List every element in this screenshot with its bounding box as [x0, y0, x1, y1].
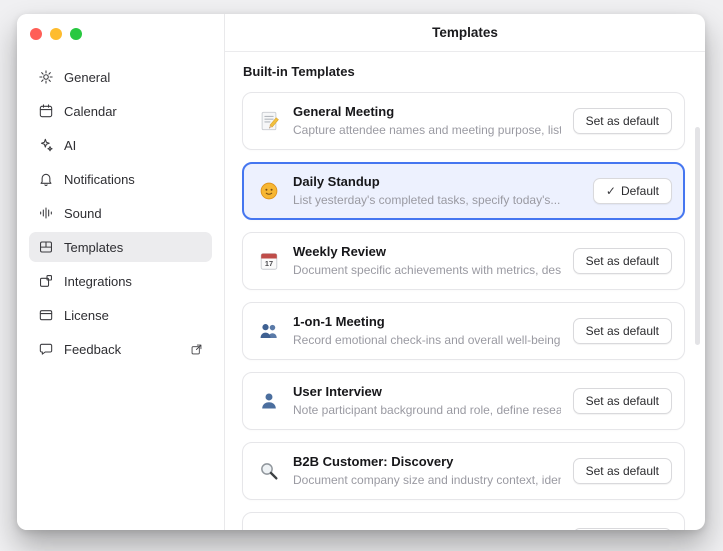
templates-list: Built-in Templates General Meeting Captu… [225, 52, 705, 530]
sidebar-item-label: Calendar [64, 104, 117, 119]
gear-icon [38, 69, 54, 85]
template-card-1-on-1-meeting[interactable]: 1-on-1 Meeting Record emotional check-in… [242, 302, 685, 360]
template-description: Document specific achievements with metr… [293, 263, 561, 278]
sidebar-item-label: Sound [64, 206, 102, 221]
sun-face-emoji [257, 179, 281, 203]
page-title: Templates [432, 25, 498, 40]
svg-text:17: 17 [265, 259, 273, 268]
sidebar-item-feedback[interactable]: Feedback [29, 334, 212, 364]
sidebar-item-label: License [64, 308, 109, 323]
sidebar-item-calendar[interactable]: Calendar [29, 96, 212, 126]
template-description: Record emotional check-ins and overall w… [293, 333, 561, 348]
templates-grid-icon [38, 239, 54, 255]
two-people-emoji [257, 319, 281, 343]
speech-bubble-icon [38, 341, 54, 357]
magnifier-emoji [257, 459, 281, 483]
template-description: Document company size and industry conte… [293, 473, 561, 488]
scrollbar-thumb[interactable] [695, 127, 700, 345]
set-default-button[interactable]: Set as default [573, 528, 672, 530]
template-card-weekly-review[interactable]: 17 Weekly Review Document specific achie… [242, 232, 685, 290]
template-description: Capture attendee names and meeting purpo… [293, 123, 561, 138]
blocks-icon [38, 273, 54, 289]
template-name: General Meeting [293, 104, 561, 120]
sidebar-item-label: Notifications [64, 172, 135, 187]
template-description: Note participant background and role, de… [293, 403, 561, 418]
airplane-emoji [257, 529, 281, 530]
set-default-button[interactable]: Set as default [573, 458, 672, 484]
person-emoji [257, 389, 281, 413]
sidebar-item-label: AI [64, 138, 76, 153]
main-panel: Templates Built-in Templates General Mee… [225, 14, 705, 530]
sidebar-item-integrations[interactable]: Integrations [29, 266, 212, 296]
sidebar-item-license[interactable]: License [29, 300, 212, 330]
zoom-window-button[interactable] [70, 28, 82, 40]
sidebar-nav: General Calendar AI Notifications [17, 40, 224, 364]
calendar-emoji: 17 [257, 249, 281, 273]
waveform-icon [38, 205, 54, 221]
template-name: 1-on-1 Meeting [293, 314, 561, 330]
sidebar-item-label: Feedback [64, 342, 121, 357]
template-card-user-interview[interactable]: User Interview Note participant backgrou… [242, 372, 685, 430]
memo-emoji [257, 109, 281, 133]
sparkles-icon [38, 137, 54, 153]
card-icon [38, 307, 54, 323]
set-default-button[interactable]: Set as default [573, 108, 672, 134]
template-name: Weekly Review [293, 244, 561, 260]
sidebar-item-sound[interactable]: Sound [29, 198, 212, 228]
template-card-b2b-pilot[interactable]: B2B Customer: Pilot Set as default [242, 512, 685, 530]
sidebar: General Calendar AI Notifications [17, 14, 225, 530]
sidebar-item-notifications[interactable]: Notifications [29, 164, 212, 194]
check-icon: ✓ [606, 184, 616, 198]
template-card-general-meeting[interactable]: General Meeting Capture attendee names a… [242, 92, 685, 150]
window-controls [17, 14, 224, 40]
template-name: B2B Customer: Discovery [293, 454, 561, 470]
template-name: User Interview [293, 384, 561, 400]
sidebar-item-label: Templates [64, 240, 123, 255]
sidebar-item-ai[interactable]: AI [29, 130, 212, 160]
section-title: Built-in Templates [243, 64, 685, 79]
template-name: Daily Standup [293, 174, 581, 190]
sidebar-item-general[interactable]: General [29, 62, 212, 92]
template-card-daily-standup[interactable]: Daily Standup List yesterday's completed… [242, 162, 685, 220]
set-default-button[interactable]: Set as default [573, 388, 672, 414]
title-bar: Templates [225, 14, 705, 52]
calendar-icon [38, 103, 54, 119]
minimize-window-button[interactable] [50, 28, 62, 40]
sidebar-item-label: Integrations [64, 274, 132, 289]
set-default-button[interactable]: Set as default [573, 318, 672, 344]
sidebar-item-label: General [64, 70, 110, 85]
sidebar-item-templates[interactable]: Templates [29, 232, 212, 262]
bell-icon [38, 171, 54, 187]
settings-window: General Calendar AI Notifications [17, 14, 705, 530]
close-window-button[interactable] [30, 28, 42, 40]
set-default-button[interactable]: Set as default [573, 248, 672, 274]
template-card-b2b-discovery[interactable]: B2B Customer: Discovery Document company… [242, 442, 685, 500]
default-button[interactable]: ✓Default [593, 178, 672, 204]
template-description: List yesterday's completed tasks, specif… [293, 193, 581, 208]
external-link-icon [190, 343, 203, 356]
